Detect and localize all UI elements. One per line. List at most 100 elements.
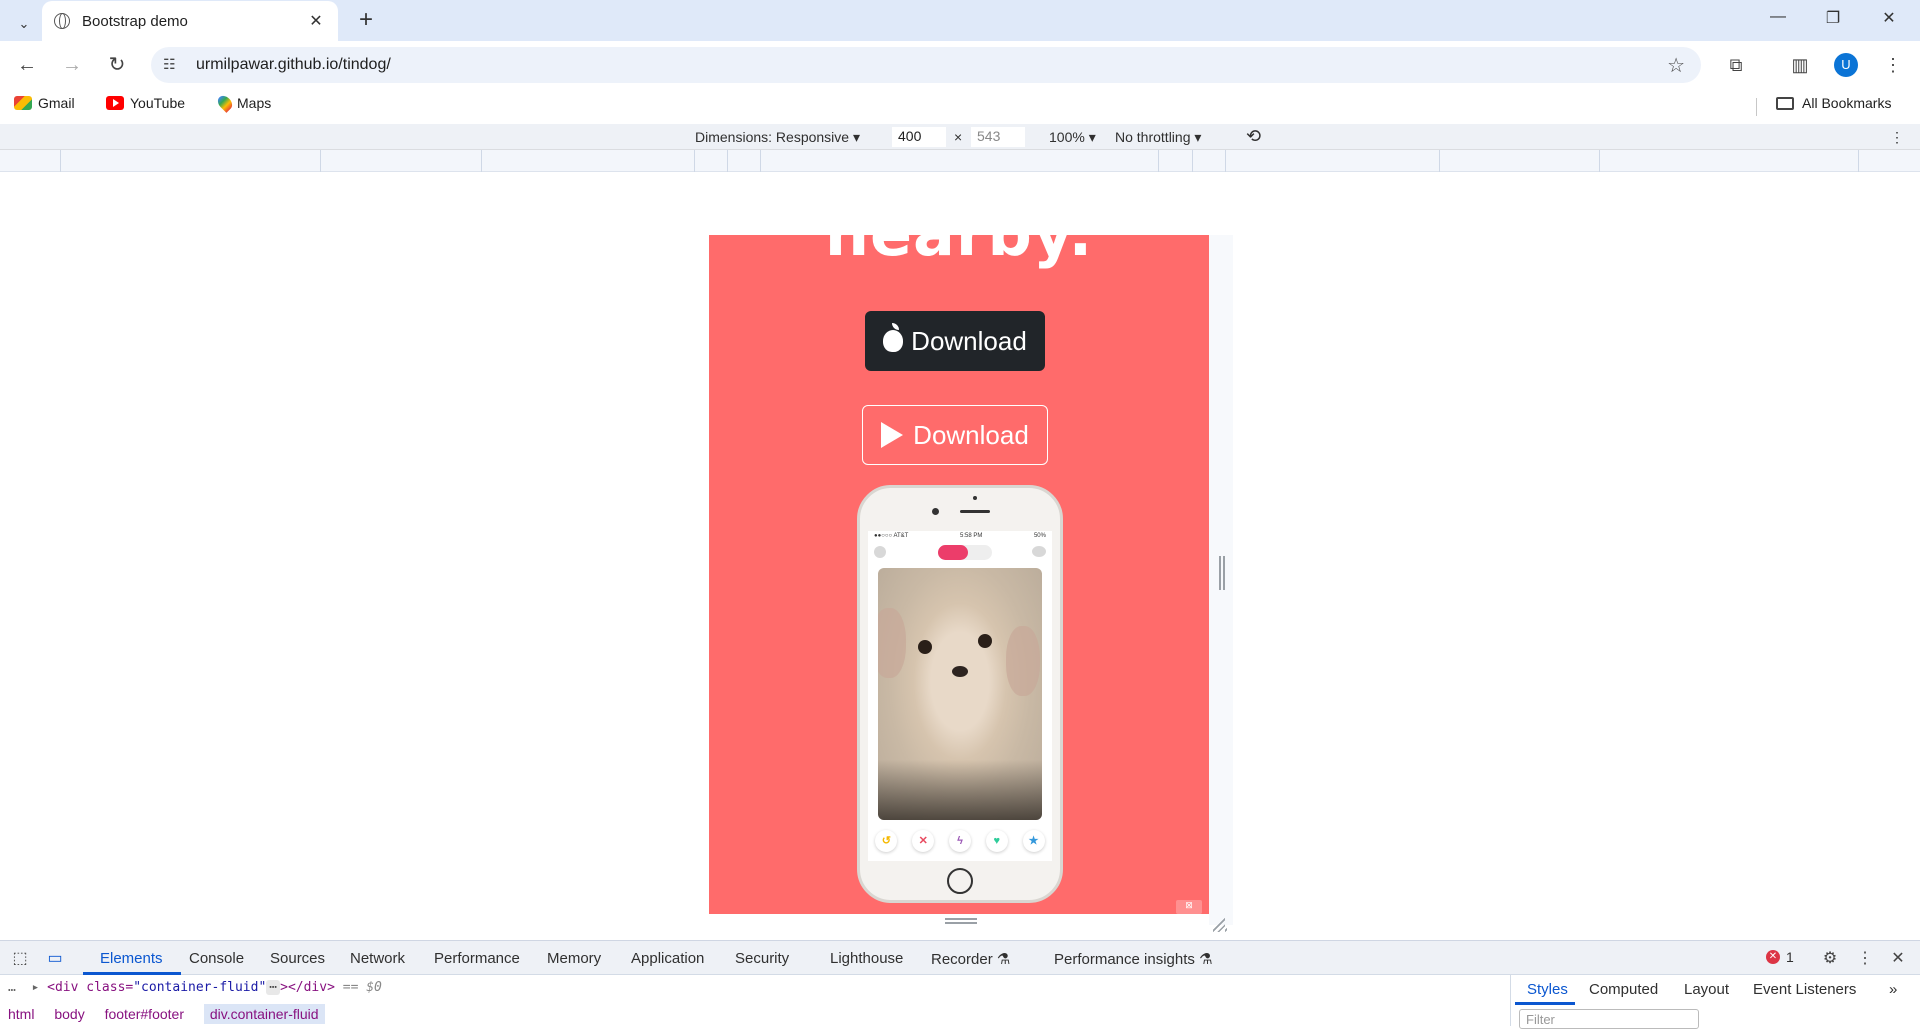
url-text[interactable]: urmilpawar.github.io/tindog/: [196, 56, 391, 74]
device-toggle-icon[interactable]: ▭: [44, 948, 66, 968]
globe-icon: [54, 13, 70, 29]
emulated-viewport: nearby. Download Download ●●○○○ AT&T 5:5…: [709, 235, 1209, 914]
boost-icon: ϟ: [948, 830, 971, 852]
devtools-tabbar: ⬚ ▭ Elements Console Sources Network Per…: [0, 941, 1920, 975]
tab-strip: ⌄ Bootstrap demo ✕ + — ❐ ✕: [0, 0, 1920, 41]
resize-width-handle[interactable]: [1219, 556, 1225, 590]
breadcrumb-footer[interactable]: footer#footer: [105, 1006, 184, 1022]
tab-lighthouse[interactable]: Lighthouse: [830, 950, 903, 967]
devtools-panel: ⬚ ▭ Elements Console Sources Network Per…: [0, 940, 1920, 1029]
height-input[interactable]: 543: [971, 127, 1025, 147]
new-tab-button[interactable]: +: [352, 7, 380, 35]
maps-icon: [215, 93, 235, 113]
apple-icon: [883, 323, 904, 352]
tab-performance[interactable]: Performance: [434, 950, 520, 967]
tab-application[interactable]: Application: [631, 950, 704, 967]
times-sign: ×: [954, 129, 963, 145]
device-more-icon[interactable]: ⋮: [1890, 129, 1904, 146]
rotate-icon[interactable]: ⟲: [1246, 126, 1261, 147]
bookmark-star-icon[interactable]: ☆: [1667, 53, 1685, 78]
viewport-badge: ⊠: [1176, 900, 1202, 914]
super-like-icon: ★: [1022, 830, 1045, 852]
bookmarks-bar: Gmail YouTube Maps All Bookmarks: [0, 88, 1920, 124]
all-bookmarks-button[interactable]: All Bookmarks: [1776, 95, 1891, 111]
dom-tree-selected-node[interactable]: … ▸ <div class="container-fluid" ⋯ ></div>…: [0, 975, 1510, 1000]
bookmark-youtube[interactable]: YouTube: [106, 95, 185, 111]
bookmark-gmail[interactable]: Gmail: [14, 95, 75, 111]
chat-icon: [1032, 546, 1046, 557]
settings-gear-icon[interactable]: ⚙: [1819, 948, 1841, 968]
phone-camera: [932, 508, 939, 515]
browser-toolbar: ← → ↻ ☷ urmilpawar.github.io/tindog/ ☆ ⧉…: [0, 41, 1920, 88]
tab-search-chevron-icon[interactable]: ⌄: [8, 8, 40, 40]
width-input[interactable]: 400: [892, 127, 946, 147]
address-bar[interactable]: ☷ urmilpawar.github.io/tindog/ ☆: [151, 47, 1701, 83]
tab-layout[interactable]: Layout: [1684, 981, 1729, 998]
more-tabs-chevron-icon[interactable]: »: [1889, 981, 1897, 998]
media-query-ruler[interactable]: [0, 150, 1920, 172]
site-info-icon[interactable]: ☷: [163, 56, 181, 74]
back-button[interactable]: ←: [13, 51, 41, 79]
tab-memory[interactable]: Memory: [547, 950, 601, 967]
nope-icon: ✕: [912, 830, 935, 852]
bookmark-maps[interactable]: Maps: [215, 93, 271, 113]
error-icon: ✕: [1766, 950, 1780, 964]
tab-computed[interactable]: Computed: [1589, 981, 1658, 998]
minimize-button[interactable]: —: [1755, 8, 1801, 34]
tab-sources[interactable]: Sources: [270, 950, 325, 967]
resize-corner-handle[interactable]: [1213, 918, 1227, 932]
breadcrumb: html body footer#footer div.container-fl…: [0, 1000, 1510, 1026]
tab-console[interactable]: Console: [189, 950, 244, 967]
resize-height-handle[interactable]: [945, 918, 977, 924]
tab-performance-insights[interactable]: Performance insights ⚗: [1054, 950, 1213, 968]
gmail-icon: [14, 96, 32, 110]
tab-network[interactable]: Network: [350, 950, 405, 967]
hero-title: nearby.: [709, 235, 1209, 270]
bookmarks-divider: [1756, 98, 1757, 116]
styles-pane: Styles Computed Layout Event Listeners »…: [1510, 975, 1920, 1029]
swipe-actions: ↺ ✕ ϟ ♥ ★: [868, 827, 1052, 855]
tab-elements[interactable]: Elements: [100, 950, 163, 967]
browser-tab[interactable]: Bootstrap demo ✕: [42, 1, 338, 41]
inspect-element-icon[interactable]: ⬚: [9, 948, 31, 968]
extensions-icon[interactable]: ⧉: [1722, 51, 1750, 79]
flask-icon: ⚗: [1199, 951, 1213, 968]
app-toggle: [938, 545, 992, 560]
side-panel-icon[interactable]: ▥: [1786, 51, 1814, 79]
folder-icon: [1776, 96, 1794, 110]
tab-recorder[interactable]: Recorder ⚗: [931, 950, 1010, 968]
phone-home-button: [947, 868, 973, 894]
breadcrumb-body[interactable]: body: [54, 1006, 84, 1022]
phone-speaker: [960, 510, 990, 513]
tab-security[interactable]: Security: [735, 950, 789, 967]
flask-icon: ⚗: [996, 951, 1011, 968]
iphone-mockup: ●●○○○ AT&T 5:58 PM 50% ↺ ✕ ϟ ♥ ★: [857, 485, 1063, 903]
download-apple-button[interactable]: Download: [865, 311, 1045, 371]
youtube-icon: [106, 96, 124, 110]
google-play-icon: [881, 422, 904, 448]
close-window-button[interactable]: ✕: [1866, 8, 1912, 34]
profile-icon: [874, 546, 886, 558]
devtools-close-icon[interactable]: ✕: [1887, 948, 1909, 968]
tab-close-icon[interactable]: ✕: [306, 11, 326, 31]
breadcrumb-container-fluid[interactable]: div.container-fluid: [203, 1004, 325, 1024]
like-icon: ♥: [985, 830, 1008, 852]
menu-kebab-icon[interactable]: ⋮: [1879, 51, 1907, 79]
devtools-more-icon[interactable]: ⋮: [1854, 948, 1876, 968]
reload-button[interactable]: ↻: [103, 51, 131, 79]
avatar[interactable]: U: [1834, 53, 1858, 77]
breadcrumb-html[interactable]: html: [8, 1006, 34, 1022]
error-count-badge[interactable]: ✕ 1: [1766, 949, 1794, 965]
zoom-dropdown[interactable]: 100% ▾: [1049, 129, 1096, 146]
tab-styles[interactable]: Styles: [1527, 981, 1568, 998]
styles-filter-input[interactable]: Filter: [1519, 1009, 1699, 1029]
dimensions-dropdown[interactable]: Dimensions: Responsive ▾: [695, 129, 860, 146]
tab-title: Bootstrap demo: [82, 12, 188, 30]
phone-status-bar: ●●○○○ AT&T 5:58 PM 50%: [874, 533, 1046, 539]
tinder-app-bar: [868, 541, 1052, 563]
download-google-play-button[interactable]: Download: [862, 405, 1048, 465]
throttling-dropdown[interactable]: No throttling ▾: [1115, 129, 1201, 146]
tab-event-listeners[interactable]: Event Listeners: [1753, 981, 1856, 998]
restore-button[interactable]: ❐: [1810, 8, 1856, 34]
forward-button[interactable]: →: [58, 51, 86, 79]
